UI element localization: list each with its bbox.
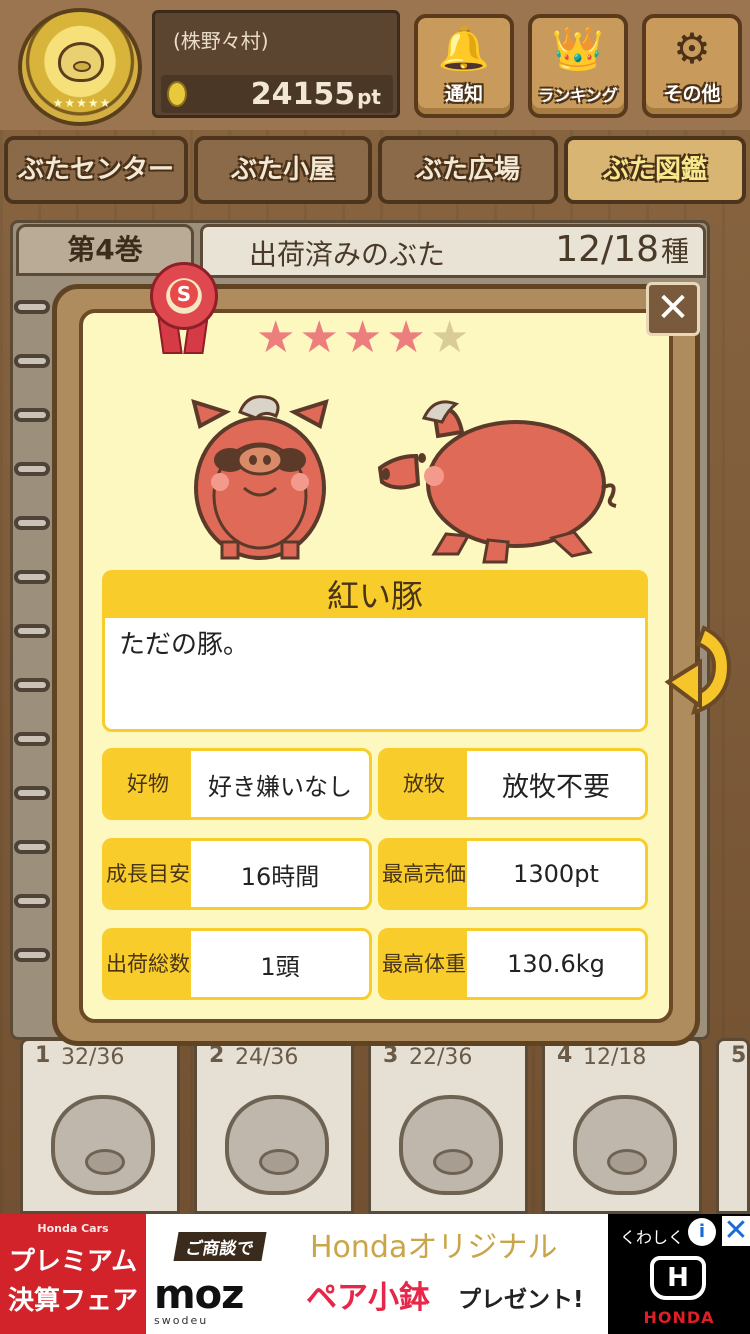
ad-close-icon[interactable]: ✕ <box>722 1216 750 1246</box>
volume-book-3[interactable]: 3 22/36 <box>368 1038 528 1214</box>
honda-logo-icon: H <box>650 1256 706 1300</box>
shipped-bar: 出荷済みのぶた 12/18種 <box>200 224 706 278</box>
binder-rings <box>14 300 54 1040</box>
pig-name: 紅い豚 <box>102 570 648 620</box>
tab-buta-koya[interactable]: ぶた小屋 <box>194 136 372 204</box>
header: ★★★★★ (株野々村) 24155 pt 🔔 通知 👑 ランキング ⚙ その他 <box>0 0 750 130</box>
other-button[interactable]: ⚙ その他 <box>642 14 742 118</box>
points-value: 24155 pt <box>250 77 381 112</box>
pig-description: ただの豚。 <box>102 618 648 732</box>
coin-icon <box>167 81 187 107</box>
gear-icon: ⚙ <box>673 24 711 73</box>
stat-total-shipped: 出荷 総数 1頭 <box>102 928 372 1000</box>
main-tabs: ぶたセンター ぶた小屋 ぶた広場 ぶた図鑑 <box>0 130 750 210</box>
shipped-count: 12/18種 <box>555 229 689 270</box>
star-empty-icon: ★ <box>429 312 474 363</box>
pig-face-icon <box>51 1095 155 1195</box>
ad-banner[interactable]: Honda Cars プレミアム 決算フェア ご商談で Hondaオリジナル m… <box>0 1214 750 1334</box>
volume-books: 1 32/36 2 24/36 3 22/36 4 12/18 5 <box>0 1038 750 1214</box>
bell-icon: 🔔 <box>437 24 491 73</box>
tab-buta-hiroba[interactable]: ぶた広場 <box>378 136 558 204</box>
tab-buta-zukan[interactable]: ぶた図鑑 <box>564 136 746 204</box>
volume-book-1[interactable]: 1 32/36 <box>20 1038 180 1214</box>
close-button[interactable]: ✕ <box>646 282 700 336</box>
tab-buta-center[interactable]: ぶたセンター <box>4 136 188 204</box>
pig-face-icon <box>399 1095 503 1195</box>
stat-favorite-food: 好物 好き嫌いなし <box>102 748 372 820</box>
pig-front-illustration <box>191 395 329 560</box>
farm-rank-badge[interactable]: ★★★★★ <box>18 8 142 126</box>
stat-growth-time: 成長 目安 16時間 <box>102 838 372 910</box>
stat-grazing: 放牧 放牧不要 <box>378 748 648 820</box>
rarity-stars: ★★★★★ <box>256 312 506 363</box>
notification-button[interactable]: 🔔 通知 <box>414 14 514 118</box>
ad-main-panel: ご商談で Hondaオリジナル moz swodeu ペア小鉢 プレゼント! <box>146 1214 608 1334</box>
user-info-panel: (株野々村) 24155 pt <box>152 10 400 118</box>
pig-face-icon <box>225 1095 329 1195</box>
pig-face-icon <box>573 1095 677 1195</box>
pig-side-illustration <box>377 400 617 564</box>
next-page-arrow-icon[interactable] <box>664 622 734 718</box>
moz-logo: moz <box>154 1272 244 1318</box>
star-icon: ★ <box>256 312 300 363</box>
volume-book-5[interactable]: 5 <box>716 1038 750 1214</box>
ad-info-icon[interactable]: i <box>688 1218 716 1246</box>
volume-book-4[interactable]: 4 12/18 <box>542 1038 702 1214</box>
stat-max-price: 最高 売価 1300pt <box>378 838 648 910</box>
volume-book-2[interactable]: 2 24/36 <box>194 1038 354 1214</box>
rank-rosette-icon: S <box>146 260 222 356</box>
username: (株野々村) <box>173 29 269 53</box>
points-row: 24155 pt <box>161 75 393 113</box>
shipped-label: 出荷済みのぶた <box>249 238 446 271</box>
ad-right-panel: くわしく i ✕ H HONDA <box>608 1214 750 1334</box>
stat-max-weight: 最高 体重 130.6kg <box>378 928 648 1000</box>
ranking-button[interactable]: 👑 ランキング <box>528 14 628 118</box>
ad-left-panel: Honda Cars プレミアム 決算フェア <box>0 1214 146 1334</box>
star-icon: ★ <box>342 312 387 363</box>
pig-emblem-icon <box>58 42 104 82</box>
crown-icon: 👑 <box>551 24 605 73</box>
rank-letter: S <box>170 280 198 308</box>
star-icon: ★ <box>386 312 430 363</box>
star-icon: ★ <box>299 312 343 363</box>
badge-stars: ★★★★★ <box>52 96 112 110</box>
